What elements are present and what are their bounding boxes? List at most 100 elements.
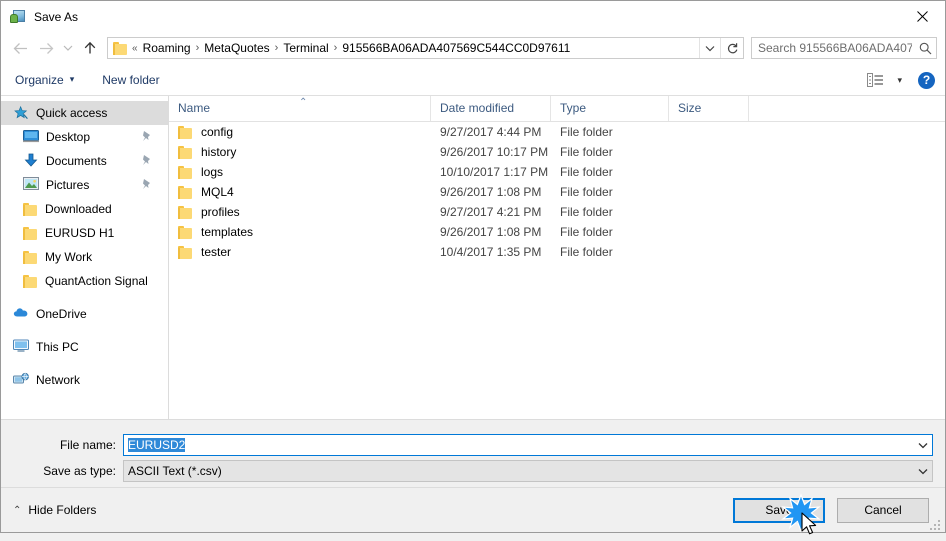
sidebar-item-onedrive[interactable]: OneDrive (1, 302, 168, 326)
column-header-size[interactable]: Size (669, 96, 749, 121)
footer-buttons: Save Cancel (733, 492, 929, 534)
search-icon[interactable] (914, 42, 936, 55)
new-folder-label: New folder (102, 72, 160, 87)
address-bar[interactable]: « Roaming › MetaQuotes › Terminal › 9155… (107, 37, 744, 59)
dialog-body: Quick access Desktop Documents Pictures … (1, 96, 945, 419)
folder-icon (178, 165, 193, 179)
forward-button[interactable] (33, 35, 59, 61)
save-as-icon (10, 9, 26, 25)
sidebar-item-eurusd-h1[interactable]: EURUSD H1 (1, 221, 168, 245)
file-type-cell: File folder (560, 165, 613, 179)
column-header-type[interactable]: Type (551, 96, 669, 121)
sidebar-item-label: Pictures (46, 178, 90, 192)
breadcrumb-item-2[interactable]: Terminal (283, 41, 328, 55)
documents-icon (23, 153, 39, 169)
save-as-type-select[interactable]: ASCII Text (*.csv) (123, 460, 933, 482)
sidebar-item-label: OneDrive (36, 307, 87, 321)
close-icon[interactable] (899, 1, 945, 31)
breadcrumb-item-0[interactable]: Roaming (143, 41, 191, 55)
sidebar-item-this-pc[interactable]: This PC (1, 335, 168, 359)
folder-icon (178, 125, 193, 139)
table-row[interactable]: templates 9/26/2017 1:08 PM File folder (169, 222, 945, 242)
save-button-label: Save (765, 503, 793, 517)
help-icon[interactable]: ? (918, 71, 935, 89)
folder-icon (178, 205, 193, 219)
file-type-cell: File folder (560, 145, 613, 159)
column-header-label: Size (678, 101, 702, 115)
table-row[interactable]: MQL4 9/26/2017 1:08 PM File folder (169, 182, 945, 202)
pin-icon[interactable] (141, 178, 152, 191)
breadcrumb-overflow[interactable]: « (132, 43, 143, 54)
table-row[interactable]: config 9/27/2017 4:44 PM File folder (169, 122, 945, 142)
file-date-cell: 9/26/2017 10:17 PM (440, 145, 549, 159)
file-name-input[interactable]: EURUSD2 (123, 434, 933, 456)
file-name: history (201, 145, 237, 159)
table-row[interactable]: profiles 9/27/2017 4:21 PM File folder (169, 202, 945, 222)
organize-button[interactable]: Organize ▾ (15, 73, 74, 87)
table-row[interactable]: history 9/26/2017 10:17 PM File folder (169, 142, 945, 162)
file-type-cell: File folder (560, 225, 613, 239)
column-header-label: Type (560, 101, 587, 115)
pin-icon[interactable] (141, 154, 152, 167)
sidebar-item-quantaction-signal[interactable]: QuantAction Signal (1, 269, 168, 293)
sidebar-item-label: Network (36, 373, 81, 387)
up-button[interactable] (77, 35, 103, 61)
sidebar-item-documents[interactable]: Documents (1, 149, 168, 173)
sidebar-item-label: QuantAction Signal (45, 274, 148, 288)
this-pc-icon (12, 339, 30, 355)
table-row[interactable]: logs 10/10/2017 1:17 PM File folder (169, 162, 945, 182)
recent-locations-button[interactable] (59, 35, 77, 61)
sidebar-item-my-work[interactable]: My Work (1, 245, 168, 269)
sidebar-item-label: Desktop (46, 130, 91, 144)
column-header-name[interactable]: ⌃ Name (169, 96, 431, 121)
save-form: File name: EURUSD2 Save as type: ASCII T… (1, 419, 945, 487)
search-box[interactable] (751, 37, 937, 59)
sidebar-item-network[interactable]: Network (1, 368, 168, 392)
breadcrumb-separator[interactable]: › (329, 42, 343, 54)
file-date-cell: 9/27/2017 4:21 PM (440, 205, 542, 219)
folder-icon (23, 226, 38, 240)
back-button[interactable] (7, 35, 33, 61)
column-header-date-modified[interactable]: Date modified (431, 96, 551, 121)
chevron-down-icon[interactable]: ▾ (897, 75, 902, 86)
hide-folders-button[interactable]: ⌃ Hide Folders (13, 503, 96, 517)
cancel-button[interactable]: Cancel (837, 497, 929, 523)
file-type-cell: File folder (560, 245, 613, 259)
chevron-down-icon[interactable] (699, 38, 720, 58)
file-name: config (201, 125, 234, 139)
file-size-cell (669, 202, 749, 222)
sidebar-item-label: Quick access (36, 106, 108, 120)
sidebar-item-downloaded[interactable]: Downloaded (1, 197, 168, 221)
refresh-icon[interactable] (720, 38, 743, 58)
file-type-cell: File folder (560, 185, 613, 199)
chevron-up-icon: ⌃ (13, 504, 22, 516)
table-row[interactable]: tester 10/4/2017 1:35 PM File folder (169, 242, 945, 262)
file-date-cell: 9/26/2017 1:08 PM (440, 225, 542, 239)
pin-icon[interactable] (141, 130, 152, 143)
folder-icon (113, 41, 128, 55)
sidebar-item-pictures[interactable]: Pictures (1, 173, 168, 197)
breadcrumb-separator[interactable]: › (270, 42, 284, 54)
resize-grip-icon[interactable] (930, 518, 942, 530)
file-name-cell: history (169, 142, 431, 162)
breadcrumb-item-1[interactable]: MetaQuotes (204, 41, 269, 55)
save-as-type-label: Save as type: (43, 464, 116, 478)
save-button[interactable]: Save (733, 492, 825, 534)
chevron-down-icon[interactable] (914, 468, 932, 475)
folder-icon (178, 245, 193, 259)
sidebar-item-label: This PC (36, 340, 79, 354)
sidebar-item-quick-access[interactable]: Quick access (1, 101, 168, 125)
file-date-cell: 10/10/2017 1:17 PM (440, 165, 549, 179)
breadcrumb-separator[interactable]: › (191, 42, 205, 54)
breadcrumb-item-3[interactable]: 915566BA06ADA407569C544CC0D97611 (342, 41, 570, 55)
chevron-down-icon[interactable] (914, 442, 932, 449)
view-layout-icon[interactable] (867, 73, 884, 87)
save-as-type-value: ASCII Text (*.csv) (128, 464, 222, 478)
search-input[interactable] (752, 41, 914, 55)
sidebar-item-desktop[interactable]: Desktop (1, 125, 168, 149)
file-name-row: File name: EURUSD2 (1, 434, 945, 456)
file-date-cell: 9/27/2017 4:44 PM (440, 125, 542, 139)
sidebar-item-label: Documents (46, 154, 107, 168)
new-folder-button[interactable]: New folder (102, 73, 159, 87)
chevron-down-icon: ▾ (69, 74, 75, 84)
